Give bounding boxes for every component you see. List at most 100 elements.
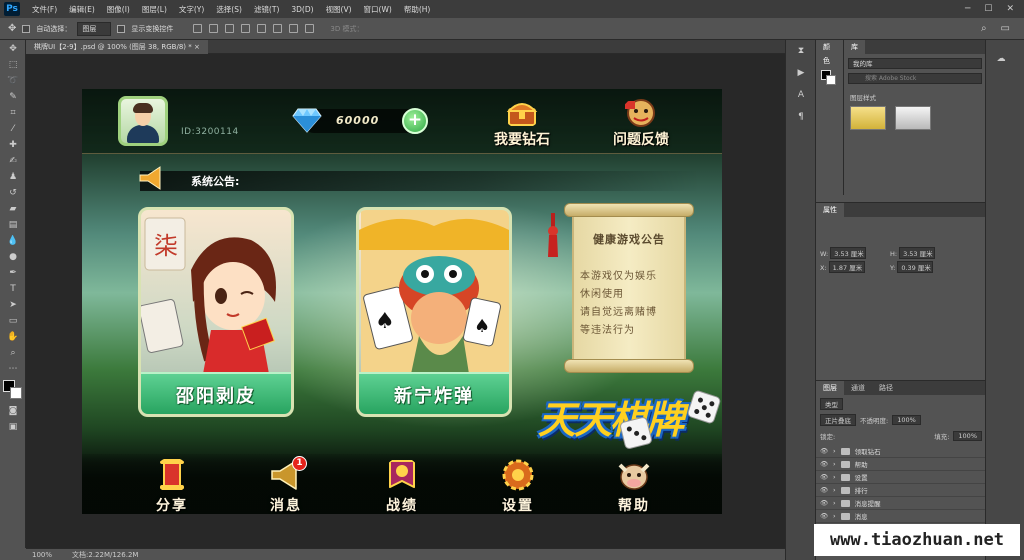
library-select[interactable]: 我的库 (848, 58, 982, 69)
visibility-eye-icon[interactable]: 👁 (820, 473, 828, 481)
menu-window[interactable]: 窗口(W) (358, 4, 398, 15)
menu-edit[interactable]: 编辑(E) (63, 4, 101, 15)
menu-type[interactable]: 文字(Y) (173, 4, 210, 15)
zoom-level[interactable]: 100% (32, 551, 52, 559)
feedback-button[interactable]: 问题反馈 (596, 97, 686, 149)
library-search[interactable]: 搜索 Adobe Stock (848, 73, 982, 84)
width-field[interactable]: 3.53 厘米 (830, 247, 867, 259)
expand-icon[interactable]: › (833, 447, 836, 455)
align-left-icon[interactable] (241, 24, 251, 33)
color-background[interactable] (826, 75, 836, 85)
tab-channels[interactable]: 通道 (844, 381, 872, 395)
expand-icon[interactable]: › (833, 473, 836, 481)
align-top-icon[interactable] (193, 24, 203, 33)
blur-tool-icon[interactable]: 💧 (3, 234, 23, 248)
background-color[interactable] (10, 387, 22, 399)
layer-row[interactable]: 👁 › 设置 (816, 471, 986, 484)
expand-icon[interactable]: › (833, 512, 836, 520)
y-field[interactable]: 0.39 厘米 (897, 261, 934, 273)
document-tab[interactable]: 棋牌UI【2-9】.psd @ 100% (图层 38, RGB/8) * × (26, 40, 208, 54)
visibility-eye-icon[interactable]: 👁 (820, 486, 828, 494)
zoom-tool-icon[interactable]: ⌕ (3, 346, 23, 360)
avatar[interactable] (118, 96, 168, 146)
layer-row[interactable]: 👁 › 领取钻石 (816, 445, 986, 458)
actions-panel-icon[interactable]: ▶ (791, 68, 811, 84)
nav-help[interactable]: 帮助 (594, 457, 674, 514)
layer-row[interactable]: 👁 › 排行 (816, 484, 986, 497)
close-icon[interactable]: ✕ (1006, 4, 1014, 14)
blend-mode-select[interactable]: 正片叠底 (820, 414, 856, 426)
menu-filter[interactable]: 滤镜(T) (248, 4, 285, 15)
layer-styles-section[interactable]: 图层样式 (850, 92, 982, 102)
align-center-icon[interactable] (257, 24, 267, 33)
nav-message[interactable]: 1 消息 (246, 456, 326, 514)
quick-mask-icon[interactable]: ◙ (3, 404, 23, 418)
path-select-tool-icon[interactable]: ➤ (3, 298, 23, 312)
paragraph-panel-icon[interactable]: ¶ (791, 112, 811, 128)
opacity-field[interactable]: 100% (892, 415, 921, 425)
type-tool-icon[interactable]: T (3, 282, 23, 296)
stamp-tool-icon[interactable]: ♟ (3, 170, 23, 184)
layer-row[interactable]: 👁 › 帮助 (816, 458, 986, 471)
align-middle-icon[interactable] (209, 24, 219, 33)
menu-image[interactable]: 图像(I) (101, 4, 136, 15)
get-diamonds-button[interactable]: 我要钻石 (477, 97, 567, 149)
workspace-icon[interactable]: ▭ (1001, 23, 1010, 34)
expand-icon[interactable]: › (833, 486, 836, 494)
screen-mode-icon[interactable]: ▣ (3, 420, 23, 434)
layer-filter[interactable]: 类型 (820, 398, 843, 410)
menu-select[interactable]: 选择(S) (210, 4, 248, 15)
move-tool-icon[interactable]: ✥ (3, 42, 23, 56)
quick-select-tool-icon[interactable]: ✎ (3, 90, 23, 104)
tab-layers[interactable]: 图层 (816, 381, 844, 395)
menu-file[interactable]: 文件(F) (26, 4, 63, 15)
move-tool-icon[interactable]: ✥ (8, 23, 16, 34)
distribute-h-icon[interactable] (305, 24, 315, 33)
minimize-icon[interactable]: ─ (965, 4, 970, 14)
history-brush-tool-icon[interactable]: ↺ (3, 186, 23, 200)
x-field[interactable]: 1.87 厘米 (828, 261, 865, 273)
search-icon[interactable]: ⌕ (981, 23, 987, 34)
expand-icon[interactable]: › (833, 460, 836, 468)
visibility-eye-icon[interactable]: 👁 (820, 499, 828, 507)
nav-share[interactable]: 分享 (132, 457, 212, 514)
character-panel-icon[interactable]: A (791, 90, 811, 106)
align-bottom-icon[interactable] (225, 24, 235, 33)
eraser-tool-icon[interactable]: ▰ (3, 202, 23, 216)
align-right-icon[interactable] (273, 24, 283, 33)
brush-tool-icon[interactable]: ✍ (3, 154, 23, 168)
tab-properties[interactable]: 属性 (816, 203, 844, 217)
nav-record[interactable]: 战绩 (362, 457, 442, 514)
menu-layer[interactable]: 图层(L) (136, 4, 173, 15)
hand-tool-icon[interactable]: ✋ (3, 330, 23, 344)
menu-3d[interactable]: 3D(D) (285, 5, 319, 14)
fill-field[interactable]: 100% (953, 431, 982, 441)
tab-color[interactable]: 颜色 (816, 40, 843, 65)
auto-select-dropdown[interactable]: 图层 (77, 21, 112, 36)
cloud-library-icon[interactable]: ☁ (991, 54, 1011, 70)
style-swatch-silver[interactable] (894, 106, 931, 130)
expand-icon[interactable]: › (833, 499, 836, 507)
more-tools-icon[interactable]: ⋯ (3, 362, 23, 376)
auto-select-checkbox[interactable] (22, 24, 31, 33)
layer-row[interactable]: 👁 › 消息 (816, 510, 986, 523)
color-swatches[interactable] (3, 380, 23, 400)
gradient-tool-icon[interactable]: ▤ (3, 218, 23, 232)
tab-library[interactable]: 库 (844, 40, 865, 54)
game-card-xinning[interactable]: ♠ ♠ 新宁炸弹 (356, 207, 512, 417)
height-field[interactable]: 3.53 厘米 (899, 247, 936, 259)
crop-tool-icon[interactable]: ⌗ (3, 106, 23, 120)
maximize-icon[interactable]: ☐ (984, 4, 992, 14)
lasso-tool-icon[interactable]: ➰ (3, 74, 23, 88)
dodge-tool-icon[interactable]: ● (3, 250, 23, 264)
eyedropper-tool-icon[interactable]: ⁄ (3, 122, 23, 136)
nav-settings[interactable]: 设置 (478, 457, 558, 514)
menu-help[interactable]: 帮助(H) (398, 4, 437, 15)
distribute-icon[interactable] (289, 24, 299, 33)
visibility-eye-icon[interactable]: 👁 (820, 447, 828, 455)
game-card-shaoyang[interactable]: 柒 邵阳剥皮 (138, 207, 294, 417)
healing-brush-tool-icon[interactable]: ✚ (3, 138, 23, 152)
menu-view[interactable]: 视图(V) (320, 4, 358, 15)
layer-row[interactable]: 👁 › 消息提醒 (816, 497, 986, 510)
shape-tool-icon[interactable]: ▭ (3, 314, 23, 328)
